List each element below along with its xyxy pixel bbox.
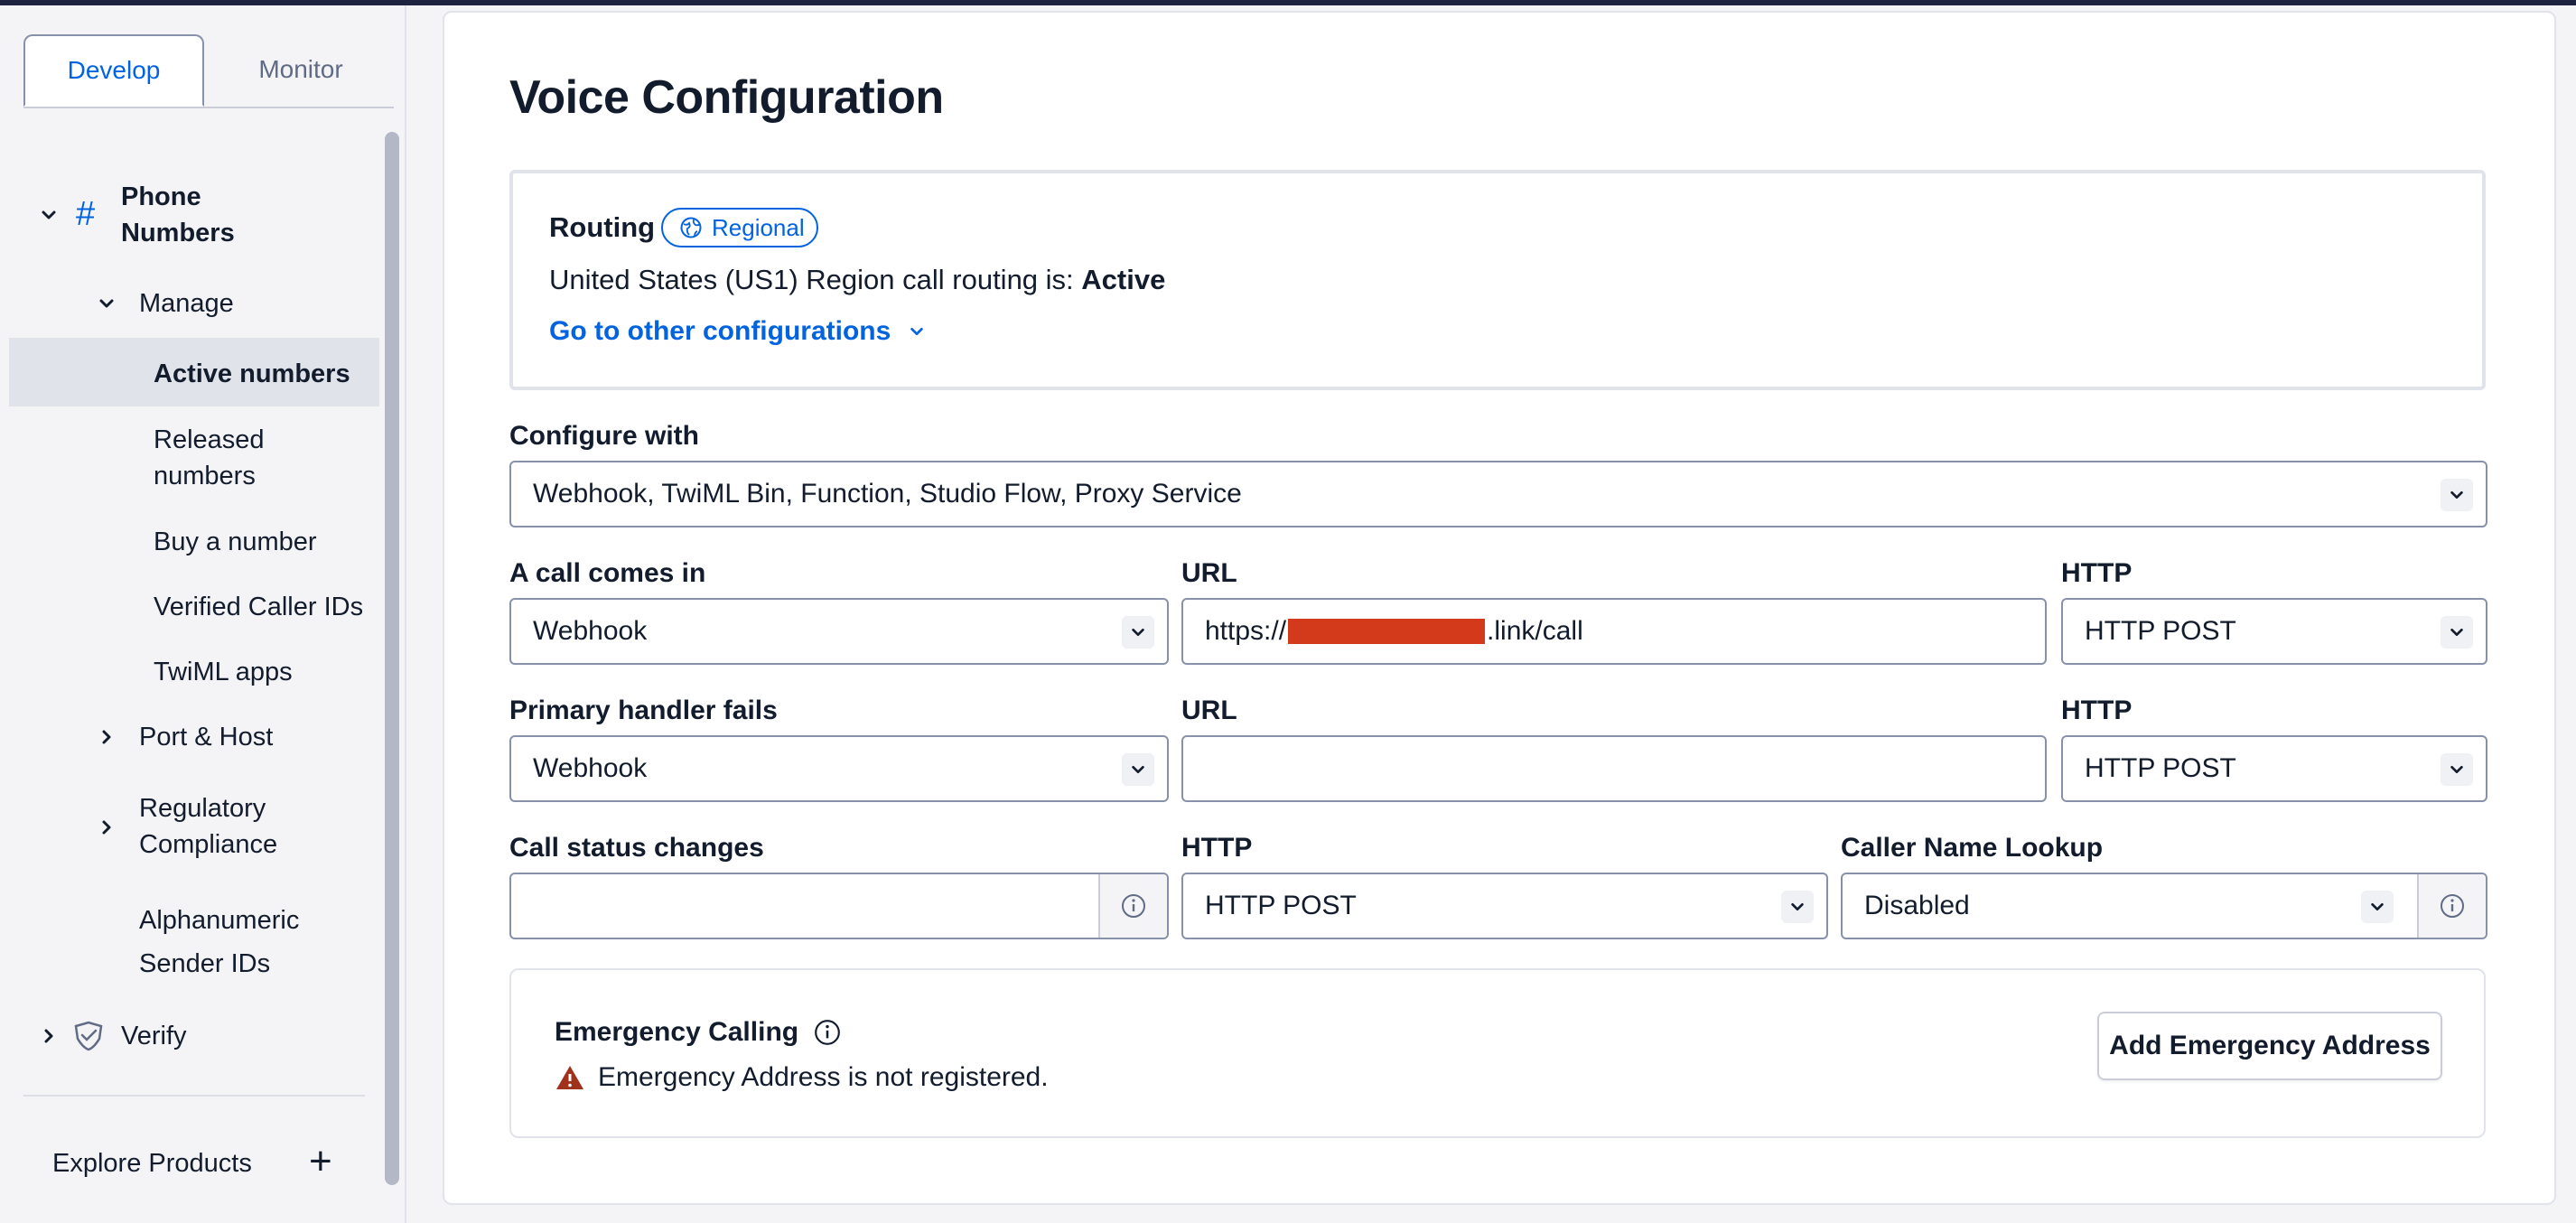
warning-icon	[556, 1066, 583, 1089]
sidebar-item-label: Alphanumeric	[139, 906, 300, 935]
call-url-input[interactable]: https:// .link/call	[1181, 598, 2047, 665]
info-icon[interactable]	[813, 1018, 842, 1047]
configure-with-select[interactable]: Webhook, TwiML Bin, Function, Studio Flo…	[509, 461, 2487, 527]
caller-name-lookup-select[interactable]: Disabled	[1841, 873, 2487, 939]
page-title: Voice Configuration	[509, 71, 944, 124]
add-emergency-address-button[interactable]: Add Emergency Address	[2097, 1012, 2442, 1080]
regional-badge: Regional	[661, 208, 818, 247]
call-status-http-method-select[interactable]: HTTP POST	[1181, 873, 1828, 939]
select-value: Disabled	[1864, 891, 1970, 920]
sidebar-item-buy-a-number[interactable]: Buy a number	[154, 524, 317, 560]
chevron-down-icon	[99, 299, 114, 308]
url-label: URL	[1181, 558, 1237, 588]
select-value: HTTP POST	[2085, 616, 2236, 646]
sidebar-item-label: Numbers	[121, 219, 235, 247]
sidebar-item-label: Manage	[139, 289, 234, 318]
chevron-right-icon	[102, 820, 111, 835]
primary-handler-select[interactable]: Webhook	[509, 735, 1169, 802]
chevron-right-icon	[102, 730, 111, 744]
region-status-prefix: United States (US1) Region call routing …	[549, 264, 1082, 295]
call-comes-in-select[interactable]: Webhook	[509, 598, 1169, 665]
sidebar-divider	[23, 1095, 365, 1097]
chevron-down-icon	[1122, 616, 1154, 649]
http-label: HTTP	[1181, 833, 1253, 863]
badge-label: Regional	[712, 213, 805, 241]
call-status-callback-input[interactable]	[509, 873, 1169, 939]
sidebar-item-active-numbers[interactable]: Active numbers	[154, 356, 350, 392]
chevron-down-icon	[2361, 891, 2394, 923]
chevron-down-icon	[2441, 479, 2473, 511]
sidebar-scrollbar[interactable]	[385, 132, 399, 1185]
region-status-text: United States (US1) Region call routing …	[549, 264, 1165, 296]
chevron-down-icon	[42, 210, 56, 219]
chevron-down-icon	[1781, 891, 1814, 923]
call-comes-in-label: A call comes in	[509, 558, 706, 588]
sidebar-item-label: Verify	[121, 1022, 187, 1050]
sidebar-item-label: Sender IDs	[139, 949, 271, 978]
caller-name-lookup-label: Caller Name Lookup	[1841, 833, 2104, 863]
primary-handler-label: Primary handler fails	[509, 696, 778, 725]
url-prefix: https://	[1205, 616, 1287, 646]
chevron-down-icon	[2441, 753, 2473, 786]
select-value: HTTP POST	[1205, 891, 1357, 920]
warning-text: Emergency Address is not registered.	[598, 1062, 1049, 1092]
primary-handler-url-input[interactable]	[1181, 735, 2047, 802]
go-to-other-configurations-link[interactable]: Go to other configurations	[549, 316, 925, 347]
url-suffix: .link/call	[1487, 616, 1583, 646]
info-icon[interactable]	[1098, 874, 1167, 938]
select-value: Webhook	[533, 753, 648, 783]
link-label: Go to other configurations	[549, 316, 891, 346]
chevron-down-icon	[1122, 753, 1154, 786]
configure-with-label: Configure with	[509, 421, 699, 451]
sidebar-item-verified-caller-ids[interactable]: Verified Caller IDs	[154, 589, 363, 625]
shield-check-icon	[74, 1021, 103, 1051]
select-value: HTTP POST	[2085, 753, 2236, 783]
call-http-method-select[interactable]: HTTP POST	[2061, 598, 2487, 665]
chevron-down-icon	[910, 327, 924, 336]
emergency-title-text: Emergency Calling	[555, 1017, 799, 1047]
sidebar-tabs: Develop Monitor	[23, 34, 394, 108]
info-icon[interactable]	[2417, 874, 2486, 938]
redaction-mark	[1288, 619, 1486, 644]
routing-label: Routing	[549, 211, 656, 243]
chevron-down-icon	[2441, 616, 2473, 649]
sidebar-item-label: numbers	[154, 462, 256, 490]
globe-icon	[680, 217, 702, 238]
http-label: HTTP	[2061, 558, 2133, 588]
plus-icon[interactable]: +	[309, 1138, 332, 1185]
emergency-warning: Emergency Address is not registered.	[555, 1062, 1049, 1093]
primary-handler-http-method-select[interactable]: HTTP POST	[2061, 735, 2487, 802]
sidebar-item-label: Regulatory	[139, 794, 266, 823]
hash-icon: #	[76, 195, 96, 233]
chevron-right-icon	[44, 1029, 53, 1043]
sidebar-item-label: Released	[154, 425, 265, 454]
select-value: Webhook	[533, 616, 648, 646]
tab-monitor[interactable]: Monitor	[215, 34, 387, 105]
sidebar-item-label: Explore Products	[52, 1149, 252, 1178]
sidebar-item-twiml-apps[interactable]: TwiML apps	[154, 654, 293, 690]
emergency-calling-title: Emergency Calling	[555, 1017, 842, 1048]
region-status-value: Active	[1081, 264, 1166, 295]
sidebar-item-label: Port & Host	[139, 723, 274, 752]
http-label: HTTP	[2061, 696, 2133, 725]
select-value: Webhook, TwiML Bin, Function, Studio Flo…	[533, 479, 1242, 509]
url-label: URL	[1181, 696, 1237, 725]
sidebar-item-label: Compliance	[139, 830, 278, 859]
tab-develop[interactable]: Develop	[23, 34, 204, 107]
sidebar-item-label: Phone	[121, 182, 201, 211]
call-status-changes-label: Call status changes	[509, 833, 764, 863]
